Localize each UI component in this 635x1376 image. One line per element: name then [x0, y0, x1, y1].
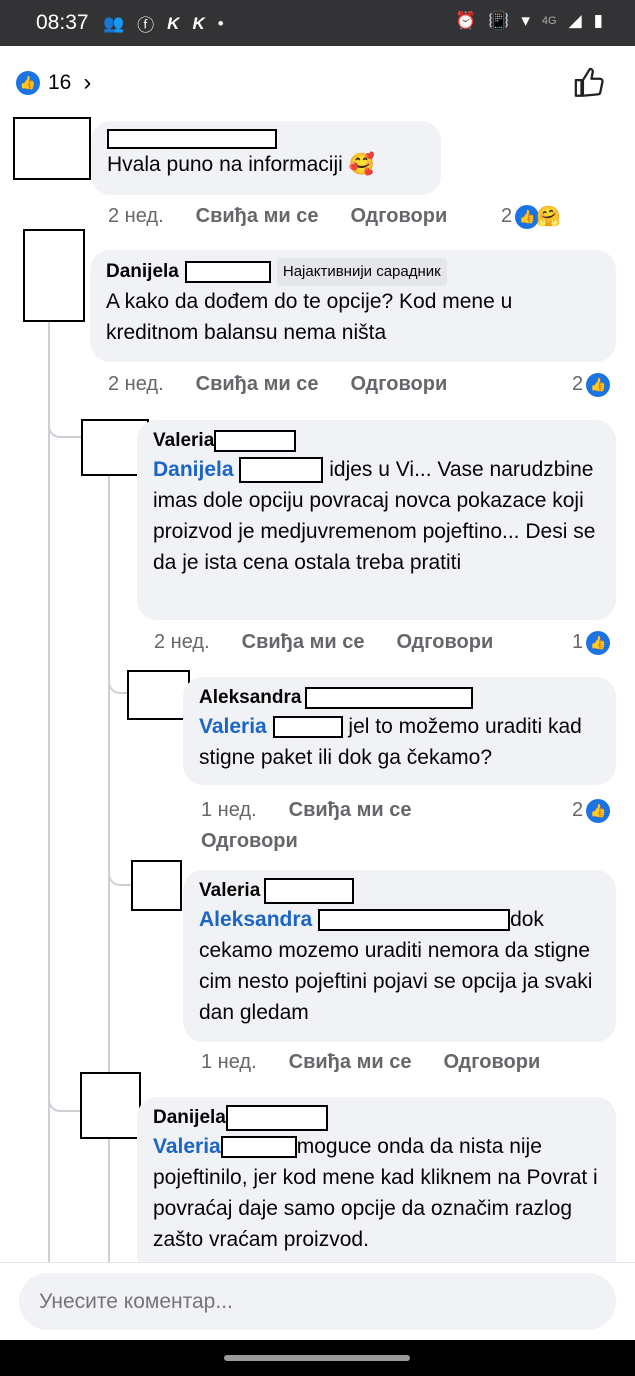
like-icon: 👍	[586, 372, 611, 397]
battery-icon: ▮	[593, 11, 603, 30]
comment-input[interactable]	[19, 1273, 616, 1330]
home-handle[interactable]	[224, 1355, 410, 1361]
avatar[interactable]	[13, 117, 91, 180]
redacted-name	[272, 716, 343, 739]
comment-text: Danijela idjes u Vi... Vase narudzbine i…	[153, 457, 596, 574]
reply-button[interactable]: Одговори	[350, 205, 447, 228]
top-contributor-badge: Најактивнији сарадник	[276, 258, 447, 286]
thumbs-up-icon[interactable]	[573, 66, 607, 100]
comment-text: Valeria jel to možemo uraditi kad stigne…	[199, 715, 582, 769]
reaction-count[interactable]: 2 👍	[572, 795, 611, 826]
like-icon: 👍	[16, 71, 40, 95]
reply-button[interactable]: Одговори	[350, 373, 447, 396]
thread-line	[48, 322, 50, 1262]
vibrate-icon: 📳	[488, 11, 510, 30]
comment-bubble: Danijela Најактивнији сарадник A kako da …	[90, 250, 616, 362]
comment-author[interactable]: Valeria	[199, 878, 600, 904]
avatar[interactable]	[131, 860, 182, 911]
like-icon: 👍	[586, 630, 611, 655]
reaction-count[interactable]: 1 👍	[572, 630, 611, 655]
comment-time: 2 нед.	[108, 373, 164, 395]
reply-button[interactable]: Одговори	[201, 826, 618, 857]
avatar[interactable]	[127, 670, 190, 720]
redacted-name	[305, 687, 474, 709]
reaction-count[interactable]: 2 👍 🤗	[501, 204, 561, 229]
comment-time: 2 нед.	[154, 631, 210, 653]
avatar[interactable]	[23, 229, 85, 322]
redacted-name	[214, 430, 297, 452]
redacted-name	[220, 1136, 297, 1159]
k-icon: K	[192, 13, 205, 33]
comment-actions: 1 нед. Свиђа ми се Одговори 2 👍	[201, 795, 618, 857]
thread-branch	[48, 400, 82, 438]
comment-text: Hvala puno na informaciji 🥰	[107, 153, 375, 176]
thread-branch	[48, 1070, 80, 1112]
comment-actions: 2 нед. Свиђа ми се Одговори 2 👍 🤗	[108, 204, 588, 229]
comment-time: 1 нед.	[201, 1051, 257, 1073]
comment-time: 1 нед.	[201, 799, 257, 821]
thread-branch	[108, 660, 128, 694]
thread-branch	[108, 840, 132, 886]
comment-bubble: Danijela Valeria moguce onda da nista nij…	[137, 1097, 616, 1277]
comment-text: A kako da dođem do te opcije? Kod mene u…	[106, 290, 513, 344]
comment-bubble: Aleksandra Valeria jel to možemo uraditi…	[183, 677, 616, 785]
comment-author[interactable]: Danijela Најактивнији сарадник	[106, 258, 600, 286]
reactions-header: 👍 16 ›	[0, 46, 635, 118]
redacted-name	[318, 909, 511, 932]
mention-link[interactable]: Valeria	[153, 1135, 221, 1158]
comment-text: Aleksandra dok cekamo mozemo uraditi nem…	[199, 908, 593, 1024]
comment-actions: 1 нед. Свиђа ми се Одговори	[201, 1051, 618, 1074]
dot-icon: •	[217, 13, 224, 33]
comment-author[interactable]	[107, 129, 425, 149]
reply-button[interactable]: Одговори	[396, 631, 493, 654]
network-type: 4G	[541, 15, 557, 27]
comment-text: Valeria moguce onda da nista nije pojefti…	[153, 1135, 598, 1251]
like-button[interactable]: Свиђа ми се	[289, 1051, 412, 1074]
status-bar: 08:37 👥 ⓕ K K • ⏰ 📳 ▾ 4G ◢ ▮	[0, 0, 635, 46]
avatar[interactable]	[80, 1072, 141, 1139]
like-button[interactable]: Свиђа ми се	[242, 631, 365, 654]
comment-composer	[0, 1262, 635, 1340]
facebook-icon: ⓕ	[137, 16, 155, 35]
reactions-summary[interactable]: 👍 16 ›	[16, 69, 91, 97]
mention-link[interactable]: Danijela	[153, 458, 234, 481]
redacted-name	[184, 261, 271, 283]
people-icon: 👥	[103, 13, 125, 33]
like-button[interactable]: Свиђа ми се	[196, 205, 319, 228]
status-time: 08:37	[36, 11, 89, 34]
signal-icon: ◢	[568, 11, 582, 30]
alarm-icon: ⏰	[454, 11, 477, 30]
k-icon: K	[167, 13, 180, 33]
like-button[interactable]: Свиђа ми се	[289, 795, 412, 826]
comment-author[interactable]: Danijela	[153, 1105, 600, 1131]
like-icon: 👍	[586, 798, 611, 823]
system-icons: ⏰ 📳 ▾ 4G ◢ ▮	[455, 11, 603, 31]
like-button[interactable]: Свиђа ми се	[196, 373, 319, 396]
redacted-name	[225, 1105, 328, 1131]
comment-author[interactable]: Aleksandra	[199, 685, 600, 711]
reactions-count: 16	[48, 71, 72, 94]
comment-actions: 2 нед. Свиђа ми се Одговори 2 👍	[108, 372, 618, 397]
wifi-icon: ▾	[521, 11, 530, 30]
redacted-name	[239, 457, 324, 484]
comment-actions: 2 нед. Свиђа ми се Одговори 1 👍	[154, 630, 618, 655]
mention-link[interactable]: Aleksandra	[199, 908, 312, 931]
reply-button[interactable]: Одговори	[443, 1051, 540, 1074]
navigation-bar	[0, 1340, 635, 1376]
comment-bubble: Hvala puno na informaciji 🥰	[91, 121, 441, 195]
hug-emoji-icon: 🤗	[536, 206, 562, 228]
comment-time: 2 нед.	[108, 205, 164, 227]
notification-icons: 👥 ⓕ K K •	[103, 11, 224, 36]
redacted-name	[107, 129, 277, 149]
redacted-name	[264, 878, 355, 904]
comment-author[interactable]: Valeria	[153, 428, 600, 454]
mention-link[interactable]: Valeria	[199, 715, 267, 738]
comment-bubble: Valeria Aleksandra dok cekamo mozemo ura…	[183, 870, 616, 1042]
comment-bubble: Valeria Danijela idjes u Vi... Vase naru…	[137, 420, 616, 620]
chevron-right-icon: ›	[83, 69, 92, 96]
reaction-count[interactable]: 2 👍	[572, 372, 611, 397]
